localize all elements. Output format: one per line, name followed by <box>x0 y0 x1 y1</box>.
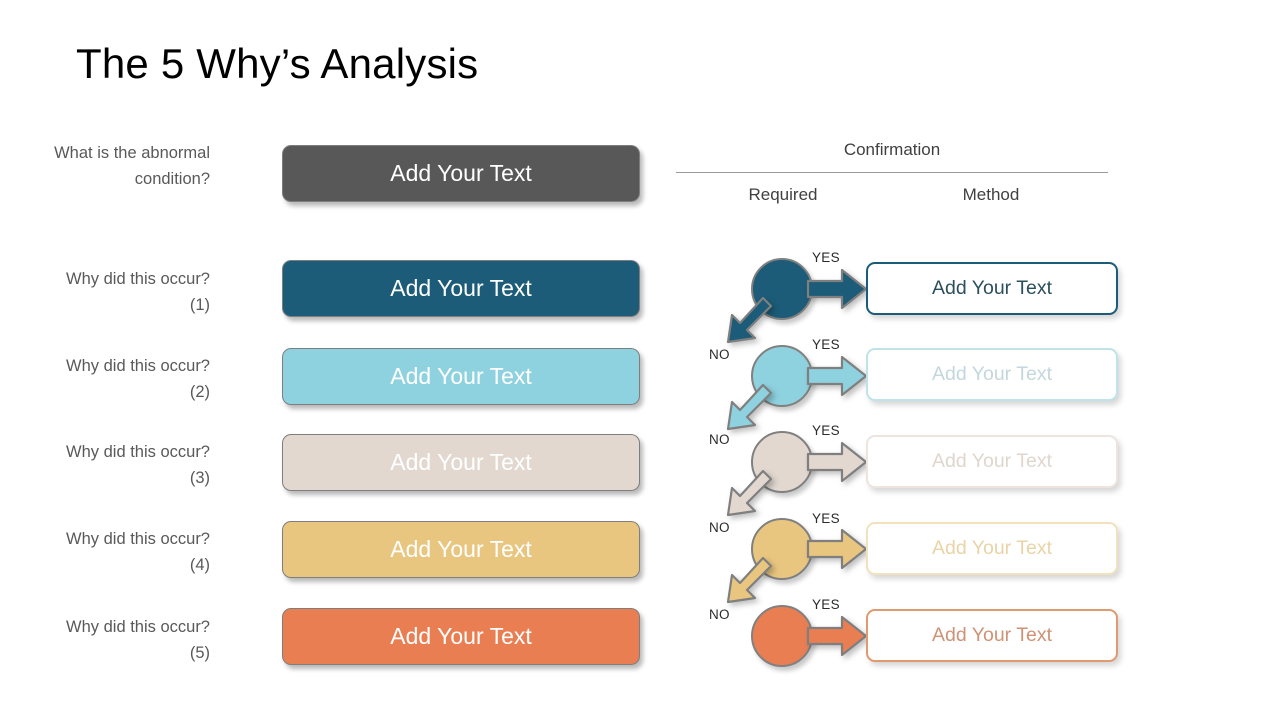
confirmation-header: Confirmation <box>843 140 941 159</box>
why-bar-5-text: Add Your Text <box>390 623 532 649</box>
question-label-0: What is the abnormal condition? <box>54 144 210 188</box>
yes-label-5: YES <box>812 597 840 612</box>
method-box-1[interactable]: Add Your Text <box>866 262 1118 315</box>
decision-node-5[interactable] <box>751 605 813 667</box>
yes-arrow-3 <box>806 441 868 483</box>
method-box-2-text: Add Your Text <box>932 363 1052 385</box>
why-bar-0-text: Add Your Text <box>390 160 532 186</box>
method-box-5-text: Add Your Text <box>932 624 1052 646</box>
method-box-4[interactable]: Add Your Text <box>866 522 1118 575</box>
yes-label-2: YES <box>812 337 840 352</box>
why-bar-4-text: Add Your Text <box>390 536 532 562</box>
yes-label-4: YES <box>812 511 840 526</box>
yes-label-3: YES <box>812 423 840 438</box>
question-label-1: Why did this occur? (1) <box>66 270 210 314</box>
why-bar-1[interactable]: Add Your Text <box>282 260 640 317</box>
method-box-3[interactable]: Add Your Text <box>866 435 1118 488</box>
no-label-3: NO <box>709 520 730 535</box>
yes-arrow-5 <box>806 615 868 657</box>
no-label-1: NO <box>709 347 730 362</box>
no-arrow-4 <box>726 556 773 604</box>
no-label-2: NO <box>709 432 730 447</box>
method-box-2[interactable]: Add Your Text <box>866 348 1118 401</box>
why-bar-0[interactable]: Add Your Text <box>282 145 640 202</box>
method-box-3-text: Add Your Text <box>932 450 1052 472</box>
yes-arrow-2 <box>806 355 868 397</box>
method-box-5[interactable]: Add Your Text <box>866 609 1118 662</box>
column-header-required: Required <box>748 185 818 204</box>
yes-arrow-4 <box>806 528 868 570</box>
question-label-3: Why did this occur? (3) <box>66 443 210 487</box>
yes-label-1: YES <box>812 250 840 265</box>
why-bar-2-text: Add Your Text <box>390 363 532 389</box>
yes-arrow-1 <box>806 268 868 310</box>
why-bar-1-text: Add Your Text <box>390 275 532 301</box>
method-box-4-text: Add Your Text <box>932 537 1052 559</box>
question-label-4: Why did this occur? (4) <box>66 530 210 574</box>
question-label-2: Why did this occur? (2) <box>66 357 210 401</box>
method-box-1-text: Add Your Text <box>932 277 1052 299</box>
no-arrow-2 <box>726 383 773 431</box>
why-bar-3-text: Add Your Text <box>390 449 532 475</box>
column-header-method: Method <box>962 185 1020 204</box>
question-label-5: Why did this occur? (5) <box>66 618 210 662</box>
why-bar-2[interactable]: Add Your Text <box>282 348 640 405</box>
page-title: The 5 Why’s Analysis <box>76 40 479 87</box>
why-bar-5[interactable]: Add Your Text <box>282 608 640 665</box>
no-label-4: NO <box>709 607 730 622</box>
no-arrow-3 <box>726 469 773 517</box>
no-arrow-1 <box>726 296 773 344</box>
confirmation-divider <box>676 172 1108 173</box>
why-bar-4[interactable]: Add Your Text <box>282 521 640 578</box>
slide-canvas: The 5 Why’s Analysis What is the abnorma… <box>0 0 1280 720</box>
why-bar-3[interactable]: Add Your Text <box>282 434 640 491</box>
